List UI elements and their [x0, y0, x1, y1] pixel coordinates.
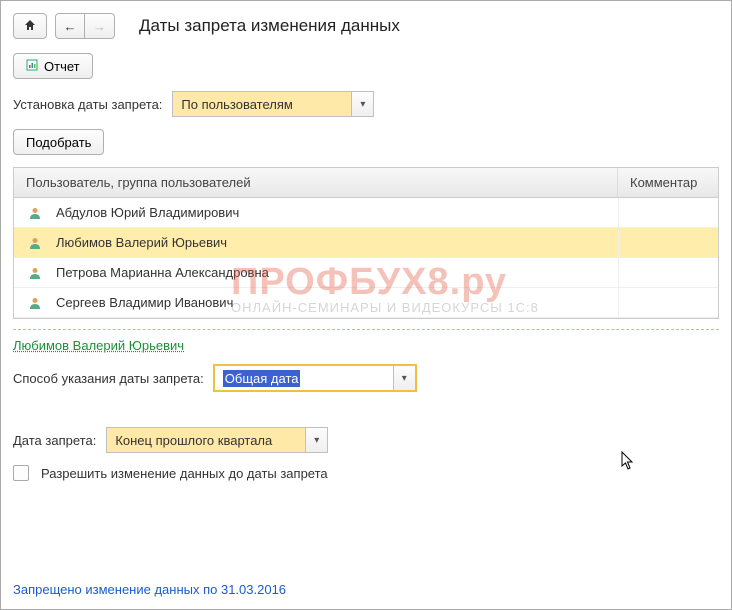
section-divider	[13, 329, 719, 330]
column-user[interactable]: Пользователь, группа пользователей	[14, 168, 618, 197]
user-comment	[618, 228, 718, 257]
back-button[interactable]: ←	[55, 13, 85, 39]
pick-button-label: Подобрать	[26, 135, 91, 150]
user-name: Любимов Валерий Юрьевич	[56, 235, 618, 250]
chevron-down-icon: ▾	[360, 99, 365, 110]
user-name: Сергеев Владимир Иванович	[56, 295, 618, 310]
home-button[interactable]	[13, 13, 47, 39]
dropdown-button[interactable]: ▾	[306, 427, 328, 453]
user-name: Абдулов Юрий Владимирович	[56, 205, 618, 220]
table-row[interactable]: Сергеев Владимир Иванович	[14, 288, 718, 318]
date-select[interactable]: Конец прошлого квартала ▾	[106, 427, 328, 453]
report-button[interactable]: Отчет	[13, 53, 93, 79]
forward-button[interactable]: →	[85, 13, 115, 39]
install-mode-select[interactable]: По пользователям ▾	[172, 91, 374, 117]
chevron-down-icon: ▾	[314, 435, 319, 446]
user-icon	[28, 206, 42, 220]
report-icon	[26, 59, 38, 74]
table-row[interactable]: Абдулов Юрий Владимирович	[14, 198, 718, 228]
allow-edit-label: Разрешить изменение данных до даты запре…	[41, 466, 328, 481]
toolbar: ← → Даты запрета изменения данных	[13, 13, 719, 39]
install-mode-label: Установка даты запрета:	[13, 97, 162, 112]
user-icon	[28, 236, 42, 250]
dropdown-button[interactable]: ▾	[352, 91, 374, 117]
status-text: Запрещено изменение данных по 31.03.2016	[13, 582, 286, 597]
table-row[interactable]: Петрова Марианна Александровна	[14, 258, 718, 288]
report-button-label: Отчет	[44, 59, 80, 74]
user-comment	[618, 198, 718, 227]
date-value: Конец прошлого квартала	[106, 427, 306, 453]
method-select[interactable]: Общая дата ▾	[214, 365, 416, 391]
arrow-right-icon: →	[93, 19, 106, 34]
date-label: Дата запрета:	[13, 433, 96, 448]
arrow-left-icon: ←	[64, 19, 77, 34]
user-comment	[618, 288, 718, 317]
users-table: Пользователь, группа пользователей Комме…	[13, 167, 719, 319]
user-name: Петрова Марианна Александровна	[56, 265, 618, 280]
table-row[interactable]: Любимов Валерий Юрьевич	[14, 228, 718, 258]
page-title: Даты запрета изменения данных	[139, 16, 400, 36]
install-mode-value: По пользователям	[172, 91, 352, 117]
method-label: Способ указания даты запрета:	[13, 371, 204, 386]
pick-button[interactable]: Подобрать	[13, 129, 104, 155]
user-icon	[28, 296, 42, 310]
table-header: Пользователь, группа пользователей Комме…	[14, 168, 718, 198]
column-comment[interactable]: Комментар	[618, 168, 718, 197]
chevron-down-icon: ▾	[402, 373, 407, 384]
dropdown-button[interactable]: ▾	[394, 365, 416, 391]
method-value: Общая дата	[214, 365, 394, 391]
section-title: Любимов Валерий Юрьевич	[13, 338, 719, 353]
home-icon	[23, 18, 37, 35]
user-comment	[618, 258, 718, 287]
allow-edit-checkbox[interactable]	[13, 465, 29, 481]
user-icon	[28, 266, 42, 280]
